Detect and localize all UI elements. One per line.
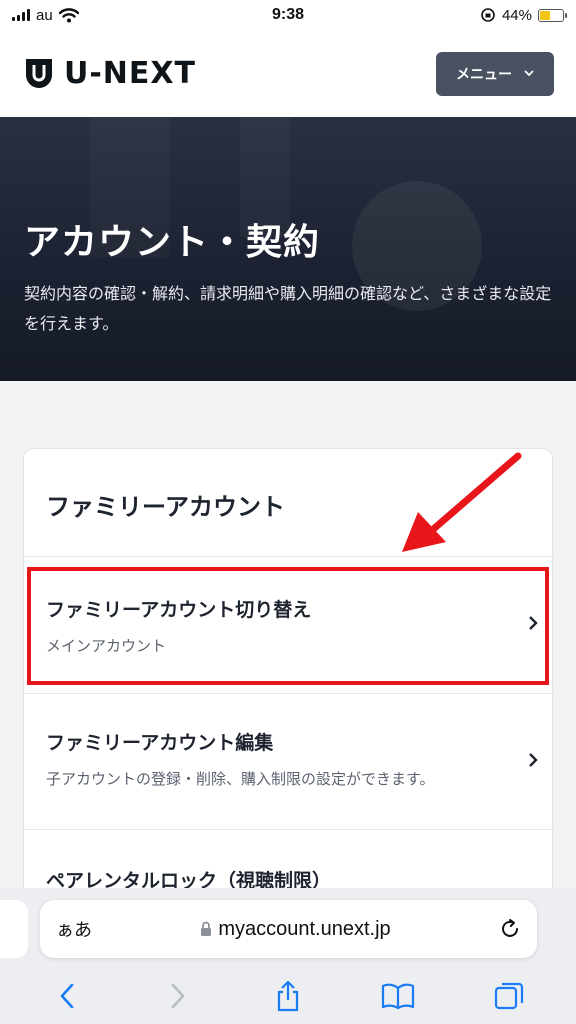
url-text: myaccount.unext.jp <box>218 917 391 940</box>
signal-icon <box>12 9 30 21</box>
status-bar: au 9:38 44% <box>0 0 576 30</box>
list-item-subtitle: 子アカウントの登録・削除、購入制限の設定ができます。 <box>46 770 435 788</box>
red-arrow-annotation <box>402 452 522 552</box>
list-item-title: ファミリーアカウント編集 <box>46 732 274 754</box>
highlight-box <box>27 567 549 685</box>
logo[interactable]: U-NEXT <box>24 56 196 91</box>
chevron-right-icon <box>171 983 184 1009</box>
share-icon <box>277 980 299 1012</box>
lock-icon <box>201 921 212 936</box>
logo-text: U-NEXT <box>64 56 197 91</box>
hero-banner: アカウント・契約 契約内容の確認・解約、請求明細や購入明細の確認など、さまざまな… <box>0 117 576 381</box>
address-bar[interactable]: ぁあ myaccount.unext.jp <box>40 900 537 958</box>
orientation-lock-icon <box>481 8 495 22</box>
battery-icon <box>538 8 567 22</box>
tabs-button[interactable] <box>485 976 533 1016</box>
u-next-logo-icon <box>26 58 52 88</box>
tabs-icon <box>494 982 523 1010</box>
previous-tab-preview[interactable] <box>0 900 28 958</box>
book-icon <box>382 983 415 1010</box>
page-description: 契約内容の確認・解約、請求明細や購入明細の確認など、さまざまな設定を行えます。 <box>24 284 552 333</box>
forward-button[interactable] <box>154 976 202 1016</box>
menu-button[interactable]: メニュー <box>436 51 554 96</box>
share-button[interactable] <box>264 976 312 1016</box>
list-item-edit-account[interactable]: ファミリーアカウント編集 子アカウントの登録・削除、購入制限の設定ができます。 <box>24 694 554 829</box>
reload-icon[interactable] <box>499 918 521 940</box>
page-title: アカウント・契約 <box>24 222 321 263</box>
browser-toolbar <box>0 968 576 1024</box>
browser-bottom-bar: ぁあ myaccount.unext.jp <box>0 888 576 1024</box>
bookmarks-button[interactable] <box>374 976 422 1016</box>
chevron-right-icon <box>529 753 538 767</box>
menu-button-label: メニュー <box>456 66 512 83</box>
chevron-down-icon <box>524 70 534 77</box>
carrier-label: au <box>36 6 53 24</box>
clock: 9:38 <box>271 6 305 23</box>
text-size-button[interactable]: ぁあ <box>56 916 92 942</box>
card-title: ファミリーアカウント <box>46 493 286 521</box>
site-header: U-NEXT メニュー <box>0 30 576 117</box>
chevron-left-icon <box>60 983 74 1009</box>
wifi-icon <box>58 7 79 22</box>
back-button[interactable] <box>43 976 91 1016</box>
battery-percent: 44% <box>501 6 532 24</box>
